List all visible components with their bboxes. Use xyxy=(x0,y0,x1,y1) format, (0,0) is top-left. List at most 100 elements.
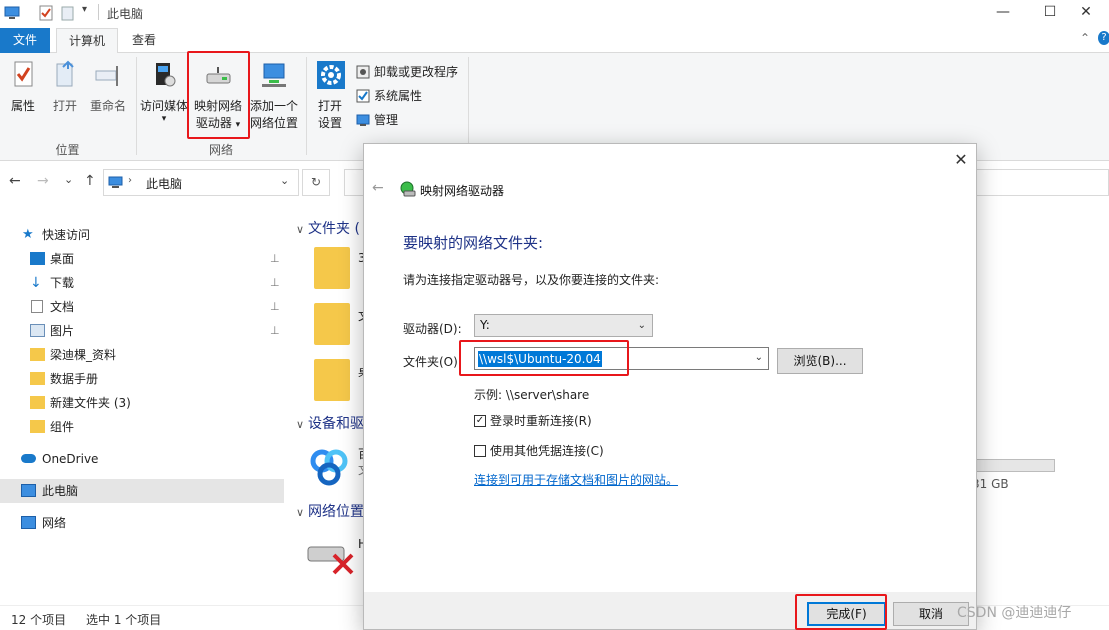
title-divider xyxy=(98,4,99,20)
tab-computer[interactable]: 计算机 xyxy=(56,28,118,53)
collapse-ribbon-icon[interactable]: ⌃ xyxy=(1080,31,1090,45)
nav-onedrive[interactable]: OneDrive xyxy=(0,447,284,471)
programs-icon xyxy=(356,65,370,78)
section-devices[interactable]: ∨ 设备和驱 xyxy=(296,413,364,433)
drive-value: Y: xyxy=(480,318,490,332)
item-count: 12 个项目 xyxy=(11,613,67,627)
address-field[interactable]: › 此电脑 ⌄ xyxy=(103,169,299,196)
nav-network[interactable]: 网络 xyxy=(0,511,284,535)
nav-this-pc[interactable]: 此电脑 xyxy=(0,479,284,503)
folder-desktop-icon[interactable] xyxy=(314,359,350,401)
checkbox-unchecked-icon[interactable] xyxy=(474,444,486,457)
nav-item-folder[interactable]: 数据手册 xyxy=(0,367,284,391)
nav-item-pictures[interactable]: 图片 ⊥ xyxy=(0,319,284,343)
dialog-close-button[interactable]: ✕ xyxy=(950,149,972,171)
section-network-locations[interactable]: ∨ 网络位置 xyxy=(296,501,364,521)
ribbon-separator xyxy=(468,57,469,155)
chevron-down-icon: ∨ xyxy=(296,418,305,431)
minimize-button[interactable]: — xyxy=(980,0,1026,26)
nav-item-folder[interactable]: 梁迪棵_资料 xyxy=(0,343,284,367)
drive-label: 驱动器(D): xyxy=(403,322,462,336)
folder-documents-icon[interactable] xyxy=(314,303,350,345)
open-button[interactable]: 打开 xyxy=(46,59,84,115)
other-credentials-checkbox[interactable]: 使用其他凭据连接(C) xyxy=(474,442,604,459)
nav-item-folder[interactable]: 新建文件夹 (3) xyxy=(0,391,284,415)
open-settings-label-line1: 打开 xyxy=(317,99,342,113)
drive-size-text: 31 GB xyxy=(972,477,1009,491)
download-icon: ↓ xyxy=(30,275,42,291)
section-folders[interactable]: ∨ 文件夹 ( xyxy=(296,218,360,238)
map-network-drive-dialog: ✕ ← 映射网络驱动器 要映射的网络文件夹: 请为连接指定驱动器号，以及你要连接… xyxy=(363,143,977,630)
desktop-icon xyxy=(30,252,45,265)
folder-icon xyxy=(30,420,45,433)
access-media-button[interactable]: 访问媒体 ▾ xyxy=(140,59,188,124)
breadcrumb-chevron-icon: › xyxy=(128,175,132,186)
folder-icon xyxy=(30,348,45,361)
tab-file[interactable]: 文件 xyxy=(0,28,50,53)
open-icon xyxy=(56,60,74,87)
forward-button[interactable]: → xyxy=(37,173,49,189)
folder-3d-objects-icon[interactable] xyxy=(314,247,350,289)
manage-item[interactable]: 管理 xyxy=(356,110,398,130)
window-title: 此电脑 xyxy=(107,7,144,21)
ribbon-tabs: 文件 计算机 查看 ⌃ ? xyxy=(0,26,1109,53)
manage-icon xyxy=(356,114,370,126)
chevron-down-icon: ⌄ xyxy=(637,320,646,331)
media-icon xyxy=(156,63,176,87)
nav-item-folder[interactable]: 组件 xyxy=(0,415,284,439)
folder-icon xyxy=(30,372,45,385)
properties-icon xyxy=(14,61,33,87)
rename-label: 重命名 xyxy=(89,99,126,113)
folder-icon xyxy=(30,396,45,409)
picture-icon xyxy=(30,324,45,337)
quick-access-dropdown-icon[interactable]: ▾ xyxy=(82,4,87,15)
highlight-finish xyxy=(795,594,887,630)
close-window-button[interactable]: ✕ xyxy=(1063,0,1109,26)
up-button[interactable]: ↑ xyxy=(84,173,96,189)
dialog-back-button[interactable]: ← xyxy=(372,180,384,196)
document-icon xyxy=(31,300,43,313)
chevron-down-icon: ∨ xyxy=(296,223,305,236)
title-bar: ▾ 此电脑 — ☐ ✕ xyxy=(0,0,1109,26)
recent-locations-button[interactable]: ⌄ xyxy=(64,173,73,186)
reconnect-checkbox[interactable]: ✓ 登录时重新连接(R) xyxy=(474,412,592,429)
highlight-map-drive xyxy=(187,51,250,139)
help-icon[interactable]: ? xyxy=(1098,31,1109,45)
watermark: CSDN @迪迪迪仔 xyxy=(957,605,1072,621)
pin-icon: ⊥ xyxy=(270,276,280,289)
group-network-label: 网络 xyxy=(208,143,233,157)
uninstall-programs-item[interactable]: 卸载或更改程序 xyxy=(356,62,458,82)
baidu-netdisk-icon[interactable] xyxy=(306,445,352,491)
open-settings-button[interactable]: 打开 设置 xyxy=(310,59,350,132)
browse-button[interactable]: 浏览(B)... xyxy=(777,348,863,374)
refresh-button[interactable]: ↻ xyxy=(302,169,330,196)
navigation-pane: ★ 快速访问 桌面 ⊥ ↓ 下载 ⊥ 文档 ⊥ 图片 ⊥ 梁迪棵_资料 数据手册… xyxy=(0,205,284,605)
add-network-location-button[interactable]: 添加一个 网络位置 xyxy=(248,59,300,132)
selected-count: 选中 1 个项目 xyxy=(86,613,162,627)
system-properties-icon xyxy=(356,89,370,102)
rename-button[interactable]: 重命名 xyxy=(86,59,130,115)
new-folder-quick-icon[interactable] xyxy=(60,5,76,21)
properties-quick-icon[interactable] xyxy=(38,5,54,21)
drive-letter-select[interactable]: Y: ⌄ xyxy=(474,314,653,337)
system-properties-item[interactable]: 系统属性 xyxy=(356,86,422,106)
open-settings-label-line2: 设置 xyxy=(317,116,342,130)
checkbox-checked-icon[interactable]: ✓ xyxy=(474,414,486,427)
computer-icon xyxy=(108,176,123,188)
disconnected-drive-icon[interactable] xyxy=(304,533,356,577)
chevron-down-icon[interactable]: ⌄ xyxy=(755,352,763,363)
properties-button[interactable]: 属性 xyxy=(4,59,42,115)
address-dropdown-icon[interactable]: ⌄ xyxy=(280,174,289,187)
nav-item-documents[interactable]: 文档 ⊥ xyxy=(0,295,284,319)
add-location-label-line1: 添加一个 xyxy=(249,99,298,113)
nav-quick-access[interactable]: ★ 快速访问 xyxy=(0,223,284,247)
nav-item-desktop[interactable]: 桌面 ⊥ xyxy=(0,247,284,271)
network-drive-icon xyxy=(400,181,416,197)
example-text: 示例: \\server\share xyxy=(474,388,590,402)
dialog-heading: 要映射的网络文件夹: xyxy=(403,234,544,252)
dialog-description: 请为连接指定驱动器号，以及你要连接的文件夹: xyxy=(403,273,660,287)
back-button[interactable]: ← xyxy=(9,173,21,189)
tab-view[interactable]: 查看 xyxy=(122,28,166,53)
connect-website-link[interactable]: 连接到可用于存储文档和图片的网站。 xyxy=(474,471,678,488)
nav-item-downloads[interactable]: ↓ 下载 ⊥ xyxy=(0,271,284,295)
